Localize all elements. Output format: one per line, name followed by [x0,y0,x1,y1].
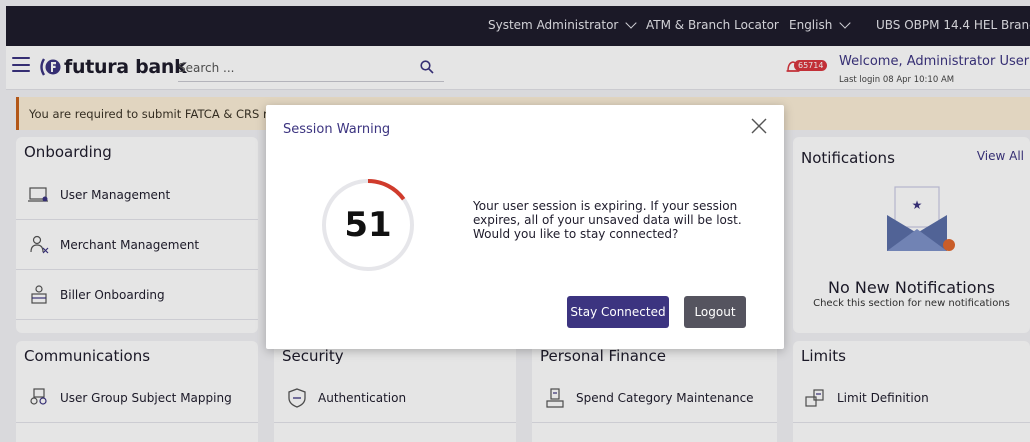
dialog-title: Session Warning [283,122,391,137]
logout-button[interactable]: Logout [684,296,746,328]
stay-connected-button[interactable]: Stay Connected [567,296,669,328]
session-warning-dialog: Session Warning 51 Your user session is … [266,105,784,349]
session-warning-message: Your user session is expiring. If your s… [473,199,742,241]
close-icon[interactable] [750,117,768,135]
countdown-value: 51 [344,205,392,245]
